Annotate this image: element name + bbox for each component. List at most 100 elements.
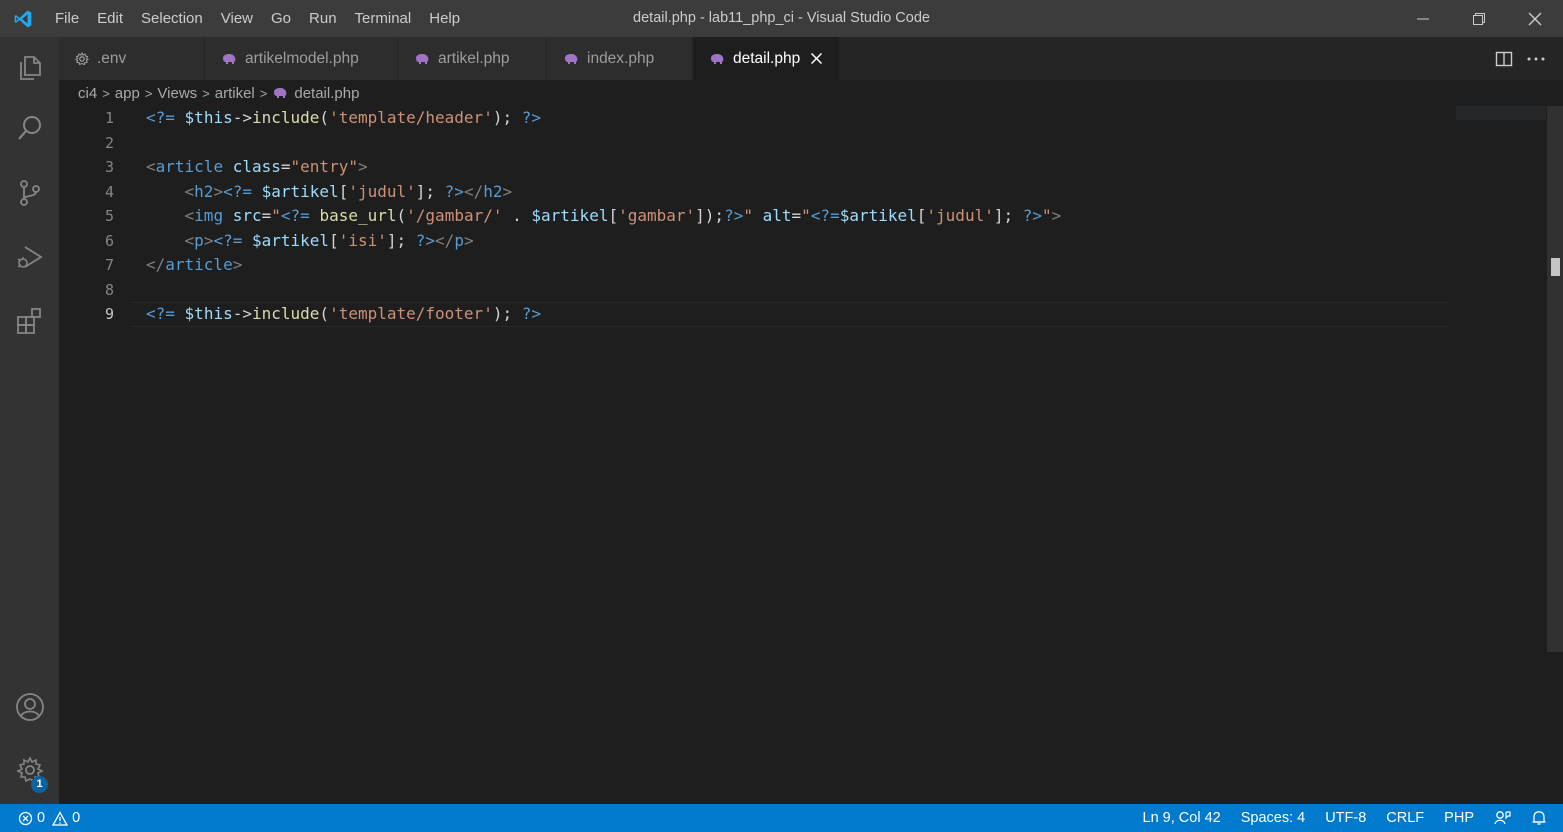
breadcrumb-item[interactable]: app xyxy=(115,85,140,102)
minimap[interactable] xyxy=(1456,106,1546,120)
code-token: > xyxy=(232,255,243,274)
more-actions-icon[interactable] xyxy=(1527,56,1545,62)
code-token: [ xyxy=(329,230,339,250)
close-tab-icon[interactable] xyxy=(810,52,823,65)
tab-artikel[interactable]: artikel.php xyxy=(398,37,547,80)
code-token: ]); xyxy=(695,206,725,225)
search-icon[interactable] xyxy=(0,100,59,156)
tab-index[interactable]: index.php xyxy=(547,37,693,80)
code-token: <?= xyxy=(146,304,175,323)
vertical-scrollbar[interactable] xyxy=(1547,106,1563,652)
extensions-icon[interactable] xyxy=(0,293,59,349)
warning-icon xyxy=(52,810,69,826)
language-mode[interactable]: PHP xyxy=(1434,804,1484,832)
status-right: Ln 9, Col 42 Spaces: 4 UTF-8 CRLF PHP xyxy=(1133,804,1563,832)
code-line[interactable]: <p><?= $artikel['isi']; ?></p> xyxy=(146,229,1061,254)
tab-env[interactable]: .env xyxy=(59,37,205,80)
breadcrumb-item[interactable]: artikel xyxy=(215,85,255,102)
code-token: $artikel xyxy=(531,206,609,225)
chevron-right-icon: > xyxy=(102,85,110,101)
menu-edit[interactable]: Edit xyxy=(88,0,132,37)
menu-view[interactable]: View xyxy=(212,0,262,37)
encoding[interactable]: UTF-8 xyxy=(1315,804,1376,832)
feedback-icon[interactable] xyxy=(1484,804,1521,832)
close-icon xyxy=(1528,12,1542,25)
line-number: 7 xyxy=(104,256,114,274)
breadcrumb-item[interactable]: ci4 xyxy=(78,85,97,102)
scrollbar-cursor-marker xyxy=(1551,258,1560,276)
code-token: $this xyxy=(184,108,233,127)
code-token: ?> xyxy=(444,181,464,201)
problems-indicator[interactable]: 0 0 xyxy=(0,810,80,826)
code-token: $artikel xyxy=(261,181,339,201)
code-token: < xyxy=(184,181,195,201)
tab-detail[interactable]: detail.php xyxy=(693,37,840,80)
php-elephant-icon xyxy=(414,53,430,65)
code-token: base_url xyxy=(319,206,397,225)
code-line[interactable]: <article class="entry"> xyxy=(146,155,1061,180)
menu-file[interactable]: File xyxy=(46,0,88,37)
status-bar: 0 0 Ln 9, Col 42 Spaces: 4 UTF-8 CRLF PH… xyxy=(0,804,1563,832)
notifications-bell-icon[interactable] xyxy=(1521,804,1563,832)
code-token: h2 xyxy=(483,181,503,201)
code-token: 'judul' xyxy=(926,206,994,225)
code-token: p xyxy=(194,230,204,250)
menu-go[interactable]: Go xyxy=(262,0,300,37)
menu-terminal[interactable]: Terminal xyxy=(346,0,421,37)
split-editor-icon[interactable] xyxy=(1495,50,1513,68)
code-editor[interactable]: 123456789 <?= $this->include('template/h… xyxy=(59,106,1549,804)
menu-help[interactable]: Help xyxy=(420,0,469,37)
breadcrumb-item[interactable]: detail.php xyxy=(294,85,359,102)
code-token: img xyxy=(194,206,224,225)
menu-selection[interactable]: Selection xyxy=(132,0,212,37)
code-content[interactable]: <?= $this->include('template/header'); ?… xyxy=(146,106,1061,327)
php-elephant-icon xyxy=(272,87,288,99)
line-number: 3 xyxy=(104,158,114,176)
code-token: = xyxy=(791,206,802,225)
code-token: ( xyxy=(319,304,330,323)
code-line[interactable] xyxy=(146,278,1061,303)
code-token: < xyxy=(146,157,156,176)
code-token: article xyxy=(165,255,233,274)
code-token: </ xyxy=(435,230,455,250)
run-debug-icon[interactable] xyxy=(0,229,59,285)
code-token: ); xyxy=(492,108,522,127)
code-line[interactable] xyxy=(146,131,1061,156)
php-elephant-icon xyxy=(221,53,237,65)
code-line[interactable]: </article> xyxy=(146,253,1061,278)
explorer-icon[interactable] xyxy=(0,40,59,96)
indentation[interactable]: Spaces: 4 xyxy=(1231,804,1316,832)
code-token: ?> xyxy=(415,230,436,250)
code-line[interactable]: <?= $this->include('template/footer'); ?… xyxy=(146,302,1061,327)
minimize-button[interactable] xyxy=(1395,0,1451,37)
code-token: ]; xyxy=(415,181,445,201)
code-token: " xyxy=(271,206,281,225)
code-token: > xyxy=(463,230,474,250)
restore-button[interactable] xyxy=(1451,0,1507,37)
source-control-icon[interactable] xyxy=(0,165,59,221)
code-token: ]; xyxy=(386,230,416,250)
breadcrumb-item[interactable]: Views xyxy=(157,85,197,102)
code-token: < xyxy=(184,230,195,250)
code-token: 'template/header' xyxy=(329,108,493,127)
cursor-position[interactable]: Ln 9, Col 42 xyxy=(1133,804,1231,832)
close-window-button[interactable] xyxy=(1507,0,1563,37)
error-icon xyxy=(18,811,33,825)
menu-run[interactable]: Run xyxy=(300,0,346,37)
code-line[interactable]: <img src="<?= base_url('/gambar/' . $art… xyxy=(146,204,1062,229)
code-line[interactable]: <?= $this->include('template/header'); ?… xyxy=(146,106,1061,131)
end-of-line[interactable]: CRLF xyxy=(1376,804,1434,832)
code-token: ?> xyxy=(1022,206,1043,225)
settings-badge: 1 xyxy=(31,776,48,793)
code-token: > xyxy=(502,181,513,201)
accounts-icon[interactable] xyxy=(0,679,59,735)
settings-gear-icon[interactable]: 1 xyxy=(0,742,59,798)
code-line[interactable]: <h2><?= $artikel['judul']; ?></h2> xyxy=(146,180,1061,205)
code-token: include xyxy=(251,304,320,323)
tab-artikelmodel[interactable]: artikelmodel.php xyxy=(205,37,398,80)
window-controls xyxy=(1395,0,1563,37)
line-number: 6 xyxy=(104,231,114,250)
warning-count: 0 xyxy=(72,810,81,826)
